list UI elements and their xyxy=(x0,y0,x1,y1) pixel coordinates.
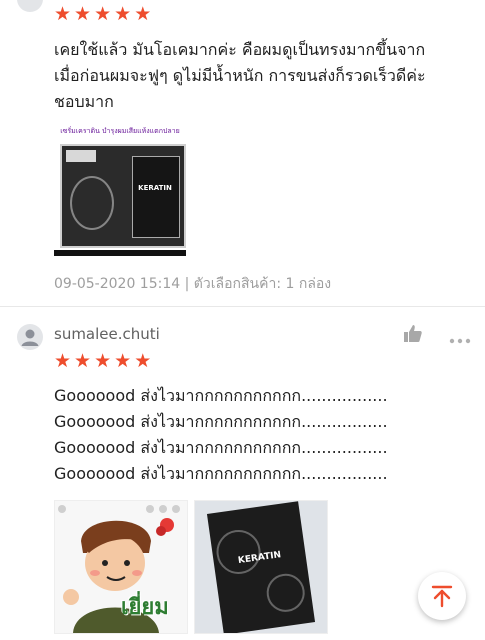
review1-text-line: ชอบมาก xyxy=(54,92,114,111)
star-icon: ★ xyxy=(94,350,112,372)
sticker-text: เยี่ยม xyxy=(121,595,169,620)
star-icon: ★ xyxy=(74,350,92,372)
image-black-bar xyxy=(54,250,186,256)
review-divider xyxy=(0,306,485,307)
review2-rating: ★ ★ ★ ★ ★ xyxy=(54,352,151,371)
review2-text: Gooooood ส่งไวมากกกกกกกกกกก.............… xyxy=(54,383,474,487)
more-dots-icon[interactable] xyxy=(448,330,472,344)
review1-text-line: เคยใช้แล้ว มันโอเคมากค่ะ คือผมดูเป็นทรงม… xyxy=(54,40,426,59)
star-icon: ★ xyxy=(54,3,72,25)
review1-text: เคยใช้แล้ว มันโอเคมากค่ะ คือผมดูเป็นทรงม… xyxy=(54,37,474,115)
star-icon: ★ xyxy=(94,3,112,25)
user-avatar-icon xyxy=(17,324,43,350)
star-icon: ★ xyxy=(54,350,72,372)
product-label: KERATIN xyxy=(138,184,172,192)
arrow-up-to-top-icon xyxy=(431,585,453,608)
scroll-to-top-button[interactable] xyxy=(418,572,466,620)
star-icon: ★ xyxy=(134,3,152,25)
star-icon: ★ xyxy=(114,350,132,372)
review2-text-line: Gooooood ส่งไวมากกกกกกกกกกก.............… xyxy=(54,386,388,405)
product-sachet-large: KERATIN xyxy=(60,144,186,248)
star-icon: ★ xyxy=(134,350,152,372)
review2-text-line: Gooooood ส่งไวมากกกกกกกกกกก.............… xyxy=(54,412,388,431)
thumbs-up-icon[interactable] xyxy=(402,323,424,345)
review1-rating: ★ ★ ★ ★ ★ xyxy=(54,5,151,24)
review2-text-line: Gooooood ส่งไวมากกกกกกกกกกก.............… xyxy=(54,438,388,457)
review2-username[interactable]: sumalee.chuti xyxy=(54,325,160,343)
review1-photo[interactable]: เซรั่มเคราติน บำรุงผมเสียแห้งแตกปลาย KER… xyxy=(54,122,186,258)
review2-text-line: Gooooood ส่งไวมากกกกกกกกกกก.............… xyxy=(54,464,388,483)
review1-text-line: เมื่อก่อนผมจะฟูๆ ดูไม่มีน้ำหนัก การขนส่ง… xyxy=(54,66,426,85)
product-sachet: KERATIN xyxy=(206,501,316,633)
review2-photo-product[interactable]: KERATIN xyxy=(194,500,328,634)
previous-user-avatar xyxy=(17,0,43,12)
review1-meta: 09-05-2020 15:14 | ตัวเลือกสินค้า: 1 กล่… xyxy=(54,276,332,292)
review1-photo-banner: เซรั่มเคราติน บำรุงผมเสียแห้งแตกปลาย xyxy=(60,127,180,135)
review2-photo-sticker[interactable]: เยี่ยม xyxy=(54,500,188,634)
star-icon: ★ xyxy=(74,3,92,25)
star-icon: ★ xyxy=(114,3,132,25)
